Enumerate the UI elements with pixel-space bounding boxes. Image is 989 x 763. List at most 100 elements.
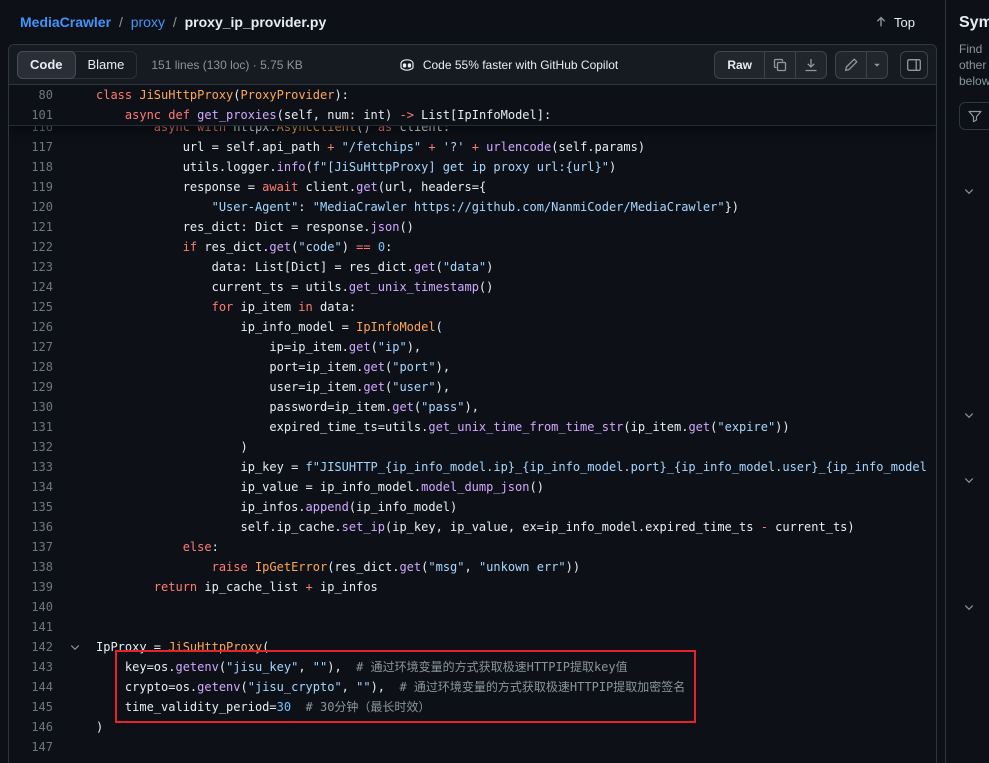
line-number[interactable]: 136 xyxy=(9,517,53,537)
code-editor: 116 async with httpx.AsyncClient() as cl… xyxy=(9,85,936,763)
line-number[interactable]: 145 xyxy=(9,697,53,717)
breadcrumb-folder-link[interactable]: proxy xyxy=(131,14,165,30)
line-number[interactable]: 146 xyxy=(9,717,53,737)
line-gutter xyxy=(53,397,96,417)
back-to-top-label: Top xyxy=(894,15,915,30)
line-gutter xyxy=(53,105,96,125)
chevron-down-icon[interactable] xyxy=(963,409,975,421)
copilot-banner[interactable]: Code 55% faster with GitHub Copilot xyxy=(399,57,618,73)
line-number[interactable]: 117 xyxy=(9,137,53,157)
code-text: expired_time_ts=utils.get_unix_time_from… xyxy=(96,417,790,437)
code-line: 138 raise IpGetError(res_dict.get("msg",… xyxy=(9,557,936,577)
line-number[interactable]: 120 xyxy=(9,197,53,217)
line-number[interactable]: 127 xyxy=(9,337,53,357)
code-text: ) xyxy=(96,437,248,457)
code-text: if res_dict.get("code") == 0: xyxy=(96,237,392,257)
code-line: 141 xyxy=(9,617,936,637)
copy-button[interactable] xyxy=(764,51,796,79)
download-button[interactable] xyxy=(795,51,827,79)
chevron-down-icon[interactable] xyxy=(963,601,975,613)
code-blame-switch: Code Blame xyxy=(17,51,137,79)
line-number[interactable]: 80 xyxy=(9,85,53,105)
line-gutter xyxy=(53,337,96,357)
line-number[interactable]: 123 xyxy=(9,257,53,277)
code-line: 137 else: xyxy=(9,537,936,557)
line-number[interactable]: 118 xyxy=(9,157,53,177)
code-line: 130 password=ip_item.get("pass"), xyxy=(9,397,936,417)
symbols-panel-button[interactable] xyxy=(900,51,928,79)
line-number[interactable]: 130 xyxy=(9,397,53,417)
line-gutter xyxy=(53,457,96,477)
code-text: response = await client.get(url, headers… xyxy=(96,177,486,197)
line-gutter xyxy=(53,157,96,177)
tab-code[interactable]: Code xyxy=(17,51,76,79)
line-number[interactable]: 126 xyxy=(9,317,53,337)
chevron-down-icon xyxy=(69,641,81,653)
symbols-filter-input[interactable] xyxy=(959,102,989,130)
line-number[interactable]: 124 xyxy=(9,277,53,297)
code-text: utils.logger.info(f"[JiSuHttpProxy] get … xyxy=(96,157,616,177)
code-line: 143 key=os.getenv("jisu_key", ""), # 通过环… xyxy=(9,657,936,677)
line-number[interactable]: 135 xyxy=(9,497,53,517)
line-gutter xyxy=(53,357,96,377)
code-line: 101 async def get_proxies(self, num: int… xyxy=(9,105,936,125)
code-text: ) xyxy=(96,717,103,737)
breadcrumb-file-name: proxy_ip_provider.py xyxy=(185,14,327,30)
code-line: 144 crypto=os.getenv("jisu_crypto", ""),… xyxy=(9,677,936,697)
code-lines: 116 async with httpx.AsyncClient() as cl… xyxy=(9,85,936,757)
edit-dropdown-button[interactable] xyxy=(866,51,888,79)
line-gutter xyxy=(53,537,96,557)
arrow-up-icon xyxy=(874,15,888,29)
code-text: for ip_item in data: xyxy=(96,297,356,317)
line-number[interactable]: 142 xyxy=(9,637,53,657)
file-toolbar: Code Blame 151 lines (130 loc) · 5.75 KB… xyxy=(9,45,936,85)
line-gutter[interactable] xyxy=(53,637,96,657)
line-number[interactable]: 143 xyxy=(9,657,53,677)
raw-button[interactable]: Raw xyxy=(714,51,765,79)
line-number[interactable]: 139 xyxy=(9,577,53,597)
line-number[interactable]: 134 xyxy=(9,477,53,497)
chevron-down-icon xyxy=(872,60,882,70)
code-text: crypto=os.getenv("jisu_crypto", ""), # 通… xyxy=(96,677,685,697)
chevron-down-icon[interactable] xyxy=(963,474,975,486)
copilot-icon xyxy=(399,57,415,73)
line-number[interactable]: 147 xyxy=(9,737,53,757)
breadcrumb-repo-link[interactable]: MediaCrawler xyxy=(20,14,111,30)
line-number[interactable]: 144 xyxy=(9,677,53,697)
line-number[interactable]: 131 xyxy=(9,417,53,437)
line-number[interactable]: 133 xyxy=(9,457,53,477)
line-gutter xyxy=(53,297,96,317)
chevron-down-icon[interactable] xyxy=(963,185,975,197)
line-number[interactable]: 119 xyxy=(9,177,53,197)
line-number[interactable]: 129 xyxy=(9,377,53,397)
line-gutter xyxy=(53,737,96,757)
line-gutter xyxy=(53,437,96,457)
line-number[interactable]: 101 xyxy=(9,105,53,125)
back-to-top-button[interactable]: Top xyxy=(874,15,915,30)
code-line: 124 current_ts = utils.get_unix_timestam… xyxy=(9,277,936,297)
line-number[interactable]: 121 xyxy=(9,217,53,237)
edit-button[interactable] xyxy=(835,51,867,79)
line-gutter xyxy=(53,717,96,737)
line-gutter xyxy=(53,597,96,617)
line-number[interactable]: 132 xyxy=(9,437,53,457)
line-number[interactable]: 138 xyxy=(9,557,53,577)
line-number[interactable]: 137 xyxy=(9,537,53,557)
code-line: 133 ip_key = f"JISUHTTP_{ip_info_model.i… xyxy=(9,457,936,477)
line-number[interactable]: 122 xyxy=(9,237,53,257)
tab-blame[interactable]: Blame xyxy=(75,51,138,79)
line-number[interactable]: 141 xyxy=(9,617,53,637)
code-line: 131 expired_time_ts=utils.get_unix_time_… xyxy=(9,417,936,437)
line-gutter xyxy=(53,277,96,297)
line-gutter xyxy=(53,177,96,197)
code-text: time_validity_period=30 # 30分钟（最长时效） xyxy=(96,697,430,717)
code-text: "User-Agent": "MediaCrawler https://gith… xyxy=(96,197,739,217)
line-number[interactable]: 125 xyxy=(9,297,53,317)
symbols-panel: Sym Find other below xyxy=(945,0,989,763)
pencil-icon xyxy=(843,57,859,73)
line-number[interactable]: 128 xyxy=(9,357,53,377)
sticky-scope-lines[interactable]: 80class JiSuHttpProxy(ProxyProvider):101… xyxy=(9,85,936,126)
code-text: user=ip_item.get("user"), xyxy=(96,377,450,397)
breadcrumb-separator: / xyxy=(119,14,123,30)
line-number[interactable]: 140 xyxy=(9,597,53,617)
